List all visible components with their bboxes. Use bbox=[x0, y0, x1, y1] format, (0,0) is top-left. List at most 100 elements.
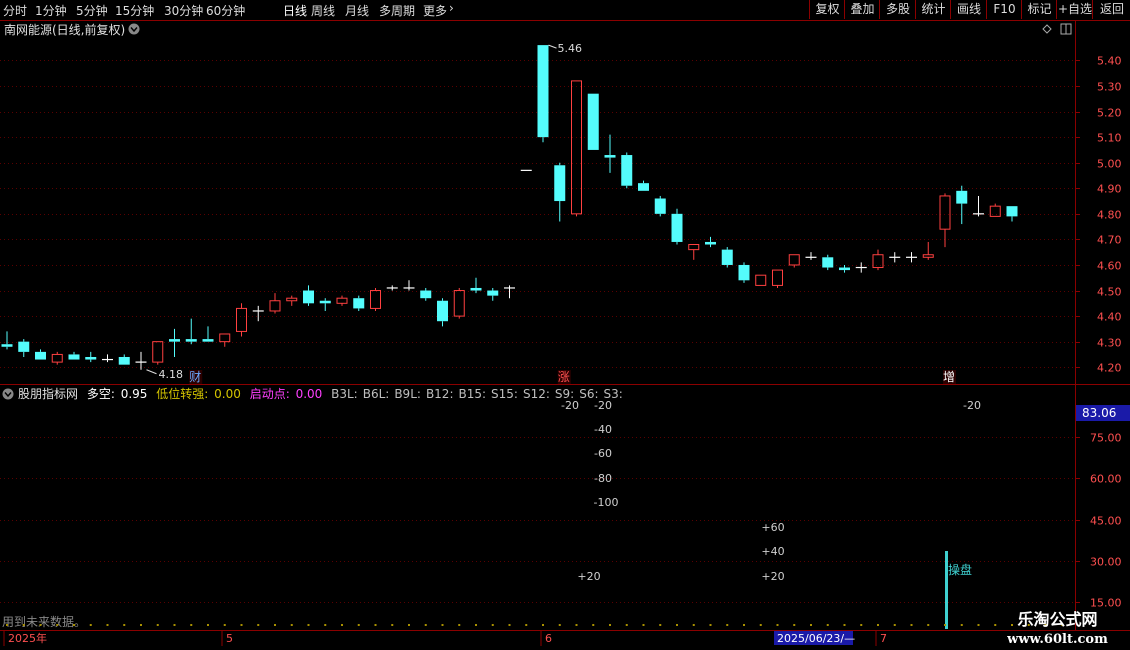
baseline-dot bbox=[408, 624, 410, 626]
indicator-name: 股朋指标网 bbox=[18, 386, 78, 401]
current-value: 83.06 bbox=[1082, 406, 1116, 420]
baseline-dot bbox=[374, 624, 377, 626]
watermark-url: www.60lt.com bbox=[1007, 632, 1108, 647]
candlestick bbox=[688, 244, 700, 260]
candle-body bbox=[303, 290, 314, 304]
indicator-tick-label: 45.00 bbox=[1090, 515, 1122, 528]
candle-body bbox=[18, 341, 30, 352]
candlestick bbox=[118, 354, 130, 365]
price-tick-label: 5.40 bbox=[1097, 55, 1122, 68]
candlestick bbox=[336, 295, 348, 306]
baseline-dot bbox=[575, 624, 578, 626]
candlestick bbox=[102, 354, 113, 363]
candlestick bbox=[805, 252, 817, 260]
start-point-label: 启动点: bbox=[250, 387, 290, 401]
baseline-dot bbox=[776, 624, 779, 626]
candle-body bbox=[437, 300, 448, 322]
baseline-dot bbox=[441, 624, 444, 626]
baseline-dot bbox=[893, 624, 896, 626]
baseline-dot bbox=[39, 624, 42, 626]
baseline-dot bbox=[793, 624, 796, 626]
panel-toggle-icon[interactable] bbox=[1060, 23, 1072, 35]
overlay-label: -20 bbox=[561, 399, 579, 412]
price-tick-label: 4.50 bbox=[1097, 286, 1122, 299]
start-point-value: 0.00 bbox=[296, 387, 323, 401]
baseline-dot bbox=[274, 624, 276, 626]
candlestick bbox=[1, 331, 13, 350]
candle-body bbox=[721, 249, 733, 265]
overlay-label: -20 bbox=[594, 399, 612, 412]
candlestick bbox=[721, 247, 733, 268]
indicator-tick-label: 75.00 bbox=[1090, 432, 1122, 445]
event-marker-label[interactable]: 涨 bbox=[558, 369, 570, 384]
chart-canvas[interactable]: 南网能源(日线,前复权) 5.40 5.30 5.20 5.10 5.00 4.90 4.8… bbox=[0, 0, 1130, 650]
watermark: 乐淘公式网 www.60lt.com bbox=[995, 606, 1120, 647]
timeline-label: 6 bbox=[545, 632, 552, 645]
candle-body bbox=[185, 339, 197, 342]
candle-body bbox=[420, 290, 432, 299]
candle-body bbox=[370, 290, 381, 309]
candlestick bbox=[202, 326, 214, 342]
overlay-label: -20 bbox=[963, 399, 981, 412]
candlestick bbox=[269, 293, 281, 314]
baseline-dot bbox=[257, 624, 260, 626]
baseline-dot bbox=[341, 624, 343, 626]
candlestick bbox=[219, 333, 231, 347]
candlestick bbox=[989, 203, 1001, 217]
candlestick bbox=[236, 303, 247, 337]
baseline-dot bbox=[156, 624, 159, 626]
candlestick bbox=[554, 162, 566, 222]
candlestick bbox=[638, 180, 649, 191]
collapse-down-icon[interactable] bbox=[2, 388, 14, 400]
event-marker-label[interactable]: 增 bbox=[943, 370, 955, 384]
price-tick-label: 5.10 bbox=[1097, 132, 1122, 145]
caopan-label: 操盘 bbox=[948, 562, 972, 577]
baseline-dot bbox=[207, 624, 209, 626]
candle-body bbox=[705, 241, 716, 245]
low-turn-label: 低位转强: bbox=[156, 386, 208, 401]
signal-tag: B15: bbox=[458, 387, 486, 401]
baseline-dot bbox=[22, 624, 25, 626]
diamond-icon[interactable] bbox=[1042, 24, 1052, 34]
collapse-down-icon[interactable] bbox=[128, 23, 140, 35]
candlestick bbox=[889, 252, 901, 263]
signal-tag: B3L: bbox=[331, 387, 358, 401]
candlestick bbox=[152, 341, 164, 365]
signal-tag: B12: bbox=[426, 387, 454, 401]
candlestick bbox=[1006, 206, 1018, 222]
candle-body bbox=[269, 300, 281, 312]
candlestick bbox=[587, 93, 599, 150]
price-tick-label: 4.40 bbox=[1097, 311, 1122, 324]
candlestick bbox=[504, 285, 515, 299]
candle-body bbox=[219, 333, 231, 343]
price-tick-label: 4.60 bbox=[1097, 260, 1122, 273]
candle-body bbox=[453, 290, 465, 317]
price-tick-label: 4.90 bbox=[1097, 183, 1122, 196]
candlestick bbox=[18, 339, 30, 357]
price-tick-label: 4.30 bbox=[1097, 337, 1122, 350]
baseline-dot bbox=[56, 624, 59, 626]
main-title: 南网能源(日线,前复权) bbox=[4, 22, 125, 37]
candle-body bbox=[772, 269, 783, 286]
price-tick-label: 5.00 bbox=[1097, 158, 1122, 171]
candlestick bbox=[755, 274, 767, 286]
candlestick bbox=[839, 264, 850, 273]
candlestick bbox=[353, 295, 365, 311]
event-marker-label[interactable]: 财 bbox=[189, 370, 201, 384]
candle-body bbox=[621, 155, 633, 186]
price-tick-label: 5.20 bbox=[1097, 107, 1122, 120]
candlesticks bbox=[1, 45, 1018, 370]
candlestick bbox=[303, 285, 314, 306]
low-pointer bbox=[146, 369, 157, 375]
baseline-dot bbox=[290, 624, 293, 626]
dotted-baseline bbox=[6, 624, 1064, 626]
candlestick bbox=[437, 298, 448, 327]
candlestick bbox=[956, 185, 968, 225]
indicator-tick-label: 60.00 bbox=[1090, 473, 1122, 486]
baseline-dot bbox=[826, 624, 829, 626]
baseline-dot bbox=[240, 624, 243, 626]
candle-body bbox=[1, 344, 13, 347]
candle-body bbox=[336, 297, 348, 304]
baseline-dot bbox=[475, 624, 477, 626]
baseline-dot bbox=[357, 624, 360, 626]
